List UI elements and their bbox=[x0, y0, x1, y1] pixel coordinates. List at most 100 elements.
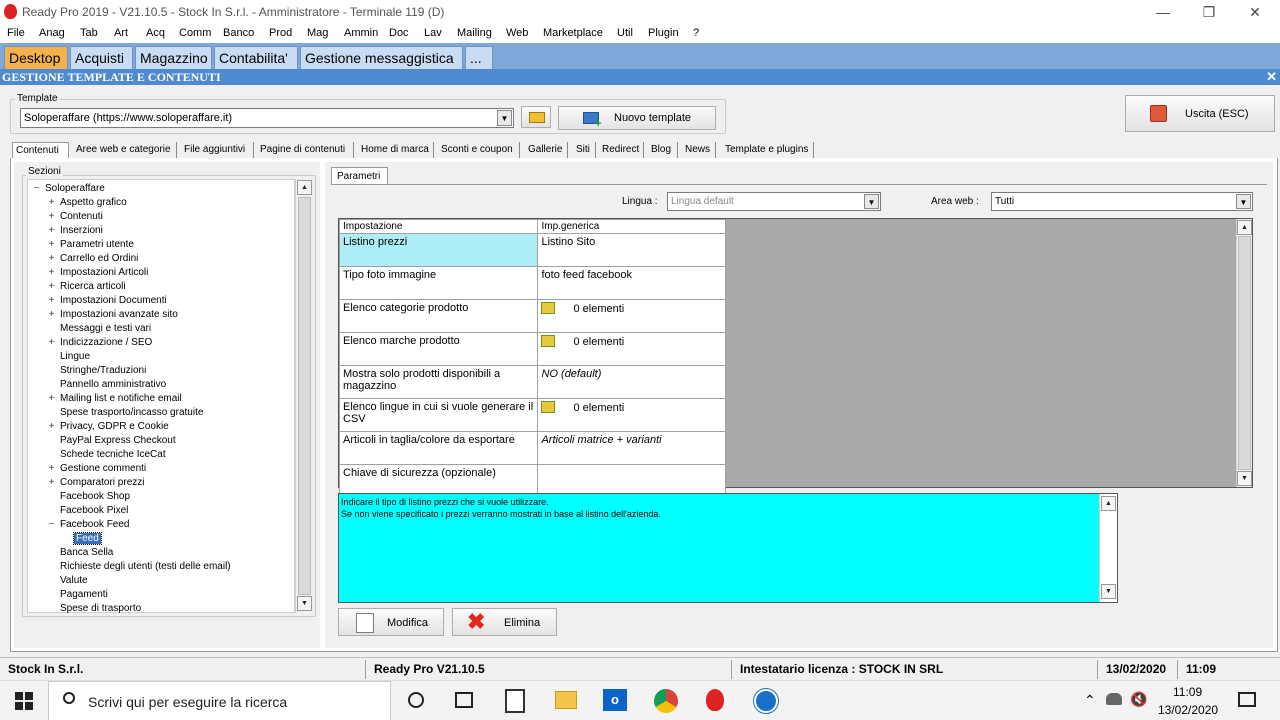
tree-item[interactable]: Mailing list e notifiche email bbox=[60, 393, 182, 404]
menu-help[interactable]: ? bbox=[693, 27, 699, 39]
scroll-down-icon[interactable]: ▼ bbox=[297, 596, 312, 611]
tree-item[interactable]: Gestione commenti bbox=[60, 463, 146, 474]
outlook-icon[interactable]: o bbox=[603, 689, 627, 711]
expand-icon[interactable]: + bbox=[47, 240, 56, 250]
expand-icon[interactable]: + bbox=[47, 296, 56, 306]
tab-file-aggiuntivi[interactable]: File aggiuntivi bbox=[181, 142, 254, 159]
setting-cell[interactable]: Elenco lingue in cui si vuole generare i… bbox=[338, 398, 539, 432]
chevron-down-icon[interactable]: ▼ bbox=[1236, 194, 1251, 209]
tree-item[interactable]: Spese trasporto/incasso gratuite bbox=[60, 407, 203, 418]
table-row[interactable]: Mostra solo prodotti disponibili a magaz… bbox=[338, 365, 726, 399]
tree-item[interactable]: Parametri utente bbox=[60, 239, 134, 250]
tree-item[interactable]: Valute bbox=[60, 575, 88, 586]
scroll-up-icon[interactable]: ▲ bbox=[297, 180, 312, 195]
tree-scroll-thumb[interactable] bbox=[298, 197, 311, 595]
close-window-button[interactable]: ✕ bbox=[1240, 2, 1270, 22]
scroll-up-icon[interactable]: ▲ bbox=[1101, 496, 1116, 511]
menu-tab[interactable]: Tab bbox=[80, 27, 98, 39]
expand-icon[interactable]: + bbox=[47, 394, 56, 404]
taskbar-search-input[interactable]: Scrivi qui per eseguire la ricerca bbox=[48, 681, 391, 720]
tree-item[interactable]: Richieste degli utenti (testi delle emai… bbox=[60, 561, 231, 572]
exit-button[interactable]: Uscita (ESC) bbox=[1125, 95, 1275, 132]
tree-item[interactable]: Stringhe/Traduzioni bbox=[60, 365, 146, 376]
clock-date[interactable]: 13/02/2020 bbox=[1158, 703, 1218, 717]
expand-icon[interactable]: + bbox=[47, 422, 56, 432]
menu-art[interactable]: Art bbox=[114, 27, 128, 39]
tab-siti[interactable]: Siti bbox=[573, 142, 596, 159]
scroll-up-icon[interactable]: ▲ bbox=[1237, 220, 1252, 235]
tab-magazzino[interactable]: Magazzino bbox=[135, 46, 212, 69]
menu-util[interactable]: Util bbox=[617, 27, 633, 39]
expand-icon[interactable]: + bbox=[47, 282, 56, 292]
tree-item[interactable]: Messaggi e testi vari bbox=[60, 323, 151, 334]
grid-scroll-thumb[interactable] bbox=[1238, 236, 1251, 470]
tree-item[interactable]: Impostazioni Documenti bbox=[60, 295, 167, 306]
value-cell[interactable]: Listino Sito bbox=[537, 233, 726, 267]
tree-item[interactable]: Aspetto grafico bbox=[60, 197, 127, 208]
expand-icon[interactable]: + bbox=[47, 478, 56, 488]
tab-pagine-contenuti[interactable]: Pagine di contenuti bbox=[257, 142, 354, 159]
menu-plugin[interactable]: Plugin bbox=[648, 27, 679, 39]
value-cell[interactable]: NO (default) bbox=[537, 365, 726, 399]
list-icon[interactable] bbox=[541, 335, 556, 347]
tree-item[interactable]: Facebook Shop bbox=[60, 491, 130, 502]
menu-doc[interactable]: Doc bbox=[389, 27, 409, 39]
table-row[interactable]: Tipo foto immagine foto feed facebook bbox=[338, 266, 726, 300]
description-scrollbar[interactable]: ▲ ▼ bbox=[1099, 494, 1117, 602]
tab-aree-web[interactable]: Aree web e categorie bbox=[73, 142, 177, 159]
tree-item[interactable]: Impostazioni Articoli bbox=[60, 267, 148, 278]
menu-acq[interactable]: Acq bbox=[146, 27, 165, 39]
tree-item[interactable]: Pannello amministrativo bbox=[60, 379, 166, 390]
table-row[interactable]: Articoli in taglia/colore da esportare Ar… bbox=[338, 431, 726, 465]
tree-item[interactable]: Spese di trasporto bbox=[60, 603, 141, 614]
tree-scrollbar[interactable]: ▲ ▼ bbox=[295, 179, 312, 613]
tree-item[interactable]: Feed bbox=[73, 532, 102, 545]
menu-anag[interactable]: Anag bbox=[39, 27, 65, 39]
table-row[interactable]: Elenco lingue in cui si vuole generare i… bbox=[338, 398, 726, 432]
expand-icon[interactable]: + bbox=[47, 338, 56, 348]
tab-parametri[interactable]: Parametri bbox=[331, 167, 388, 184]
value-cell[interactable]: 0 elementi bbox=[537, 332, 726, 366]
tree-root[interactable]: Soloperaffare bbox=[45, 183, 105, 194]
notification-icon[interactable] bbox=[1238, 692, 1256, 707]
tree-item[interactable]: Facebook Pixel bbox=[60, 505, 128, 516]
tab-news[interactable]: News bbox=[682, 142, 716, 159]
template-select[interactable]: Soloperaffare (https://www.soloperaffare… bbox=[20, 108, 514, 128]
cortana-icon[interactable] bbox=[408, 692, 424, 708]
setting-cell[interactable]: Elenco categorie prodotto bbox=[338, 299, 539, 333]
ready-pro-icon[interactable] bbox=[706, 689, 724, 711]
tree-item[interactable]: Impostazioni avanzate sito bbox=[60, 309, 178, 320]
collapse-icon[interactable]: − bbox=[47, 520, 56, 530]
minimize-button[interactable]: — bbox=[1148, 2, 1178, 22]
tab-redirect[interactable]: Redirect bbox=[599, 142, 644, 159]
tree-item[interactable]: Indicizzazione / SEO bbox=[60, 337, 152, 348]
table-row[interactable]: Elenco marche prodotto 0 elementi bbox=[338, 332, 726, 366]
setting-cell[interactable]: Tipo foto immagine bbox=[338, 266, 539, 300]
tree-item[interactable]: Facebook Feed bbox=[60, 519, 130, 530]
tab-gestione-messaggistica[interactable]: Gestione messaggistica bbox=[300, 46, 463, 69]
area-web-select[interactable]: Tutti ▼ bbox=[991, 192, 1253, 211]
calculator-icon[interactable] bbox=[505, 689, 525, 713]
menu-marketplace[interactable]: Marketplace bbox=[543, 27, 603, 39]
restore-button[interactable]: ❐ bbox=[1194, 2, 1224, 22]
menu-web[interactable]: Web bbox=[506, 27, 528, 39]
expand-icon[interactable]: + bbox=[47, 198, 56, 208]
tab-contenuti[interactable]: Contenuti bbox=[12, 142, 69, 159]
expand-icon[interactable]: + bbox=[47, 310, 56, 320]
network-icon[interactable] bbox=[1106, 693, 1122, 705]
tree-item[interactable]: Comparatori prezzi bbox=[60, 477, 144, 488]
tree-item[interactable]: Contenuti bbox=[60, 211, 103, 222]
tab-desktop[interactable]: Desktop bbox=[4, 46, 68, 69]
grid-scrollbar[interactable]: ▲ ▼ bbox=[1236, 219, 1252, 487]
scroll-down-icon[interactable]: ▼ bbox=[1237, 471, 1252, 486]
open-folder-button[interactable] bbox=[521, 106, 551, 128]
tab-gallerie[interactable]: Gallerie bbox=[525, 142, 568, 159]
expand-icon[interactable]: + bbox=[47, 268, 56, 278]
menu-banco[interactable]: Banco bbox=[223, 27, 254, 39]
sections-tree[interactable]: − Soloperaffare + Aspetto grafico + Contenu… bbox=[27, 179, 295, 614]
speaker-muted-icon[interactable]: 🔇 bbox=[1130, 691, 1147, 708]
tab-sconti-coupon[interactable]: Sconti e coupon bbox=[438, 142, 520, 159]
value-cell[interactable]: 0 elementi bbox=[537, 398, 726, 432]
menu-prod[interactable]: Prod bbox=[269, 27, 292, 39]
expand-icon[interactable]: + bbox=[47, 226, 56, 236]
